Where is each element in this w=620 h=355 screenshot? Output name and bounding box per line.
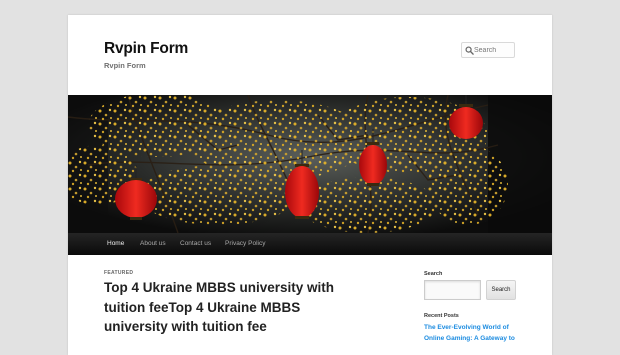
site-description: Rvpin Form: [104, 61, 146, 70]
featured-label: FEATURED: [104, 270, 134, 276]
recent-post-link[interactable]: Online Gaming: A Gateway to: [424, 333, 519, 344]
nav-item-privacy-policy[interactable]: Privacy Policy: [225, 233, 265, 255]
page-container: Rvpin Form Rvpin Form Search Home About …: [68, 15, 552, 355]
header-search-input[interactable]: [474, 44, 512, 56]
main-navigation: Home About us Contact us Privacy Policy: [68, 233, 552, 255]
header-image: [68, 95, 552, 233]
search-widget-title: Search: [424, 271, 443, 277]
sidebar-search-input[interactable]: [424, 280, 481, 300]
site-title[interactable]: Rvpin Form: [104, 40, 188, 58]
post-title-link[interactable]: Top 4 Ukraine MBBS university with tuiti…: [104, 278, 336, 337]
header-search[interactable]: [461, 42, 515, 58]
sidebar-search-button[interactable]: Search: [486, 280, 516, 300]
nav-item-home[interactable]: Home: [107, 233, 124, 255]
nav-item-about-us[interactable]: About us: [140, 233, 166, 255]
recent-post-link[interactable]: The Ever-Evolving World of: [424, 322, 519, 333]
search-icon: [465, 46, 474, 55]
nav-item-contact-us[interactable]: Contact us: [180, 233, 211, 255]
recent-posts-title: Recent Posts: [424, 313, 459, 319]
